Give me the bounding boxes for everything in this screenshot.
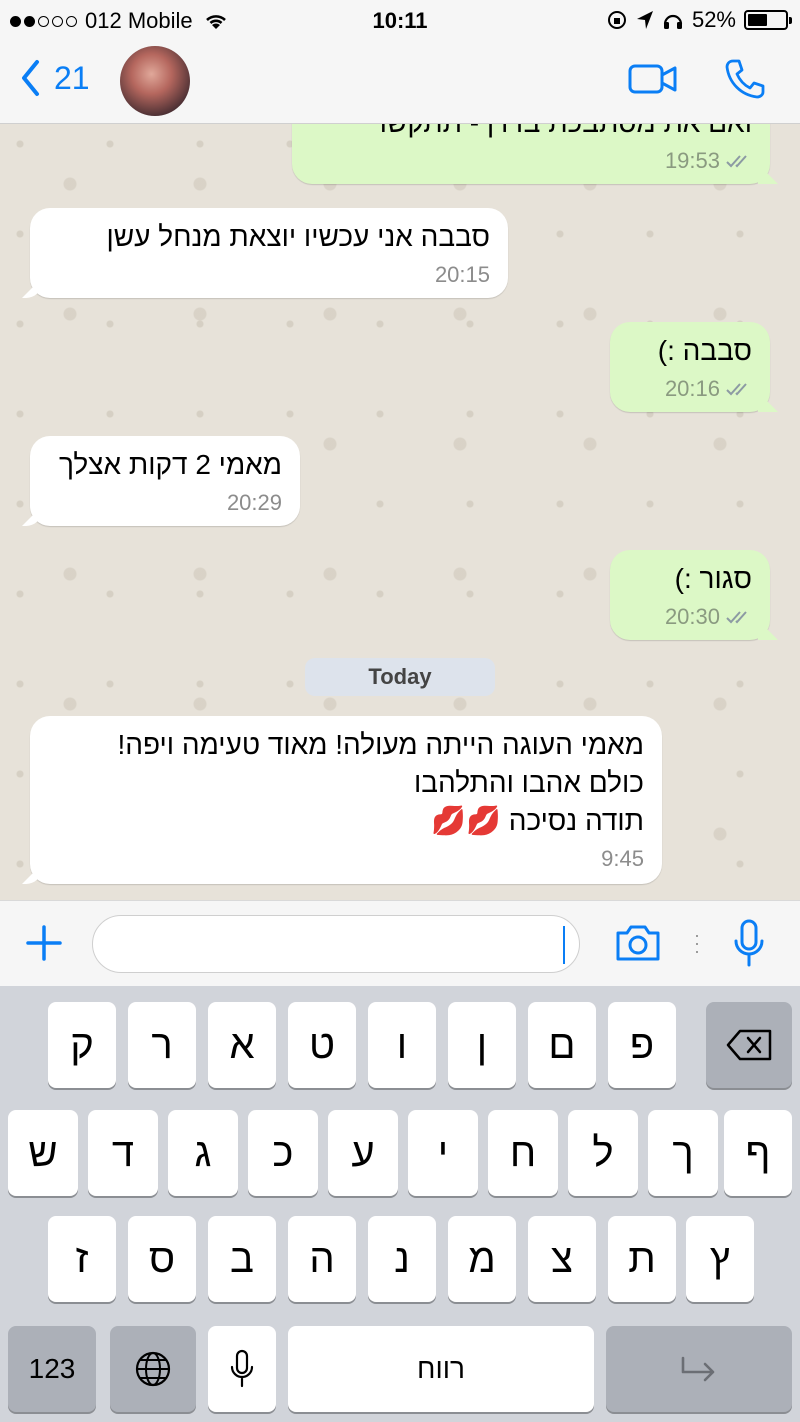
key[interactable]: מ — [448, 1216, 516, 1302]
key[interactable]: ה — [288, 1216, 356, 1302]
message-time: 20:29 — [226, 490, 282, 515]
headphones-icon — [663, 14, 683, 29]
keyboard: ק ר א ט ו ן ם פ ש ד ג כ ע י ח ל ך ף ז ס … — [0, 986, 800, 1422]
key[interactable]: א — [208, 1002, 276, 1088]
message-bubble-outgoing[interactable]: סבבה :) 20:16 — [610, 322, 770, 412]
key[interactable]: ר — [128, 1002, 196, 1088]
location-icon — [636, 11, 653, 29]
message-time: 20:16 — [664, 376, 720, 401]
key[interactable]: ף — [724, 1110, 792, 1196]
key[interactable]: פ — [608, 1002, 676, 1088]
space-key[interactable]: רווח — [288, 1326, 594, 1412]
message-text: סבבה :) — [657, 335, 752, 366]
chevron-left-icon — [22, 60, 39, 96]
text-cursor — [563, 926, 565, 964]
status-right: 52% — [606, 7, 792, 33]
key[interactable]: ם — [528, 1002, 596, 1088]
status-bar: 012 Mobile 10:11 52% — [0, 0, 800, 40]
message-bubble-incoming[interactable]: סבבה אני עכשיו יוצאת מנחל עשן 20:15 — [30, 208, 508, 298]
key[interactable]: ש — [8, 1110, 78, 1196]
more-options-dots-icon: · · · — [694, 925, 700, 961]
back-button[interactable]: 21 — [20, 58, 90, 98]
key[interactable]: ק — [48, 1002, 116, 1088]
message-meta: 9:45 — [48, 846, 644, 872]
battery-icon — [744, 10, 792, 30]
message-meta: 20:29 — [48, 490, 282, 516]
phone-call-icon[interactable] — [724, 58, 766, 100]
return-key[interactable] — [606, 1326, 792, 1412]
message-bubble-incoming[interactable]: מאמי 2 דקות אצלך 20:29 — [30, 436, 300, 526]
key[interactable]: ס — [128, 1216, 196, 1302]
key[interactable]: ל — [568, 1110, 638, 1196]
numbers-key[interactable]: 123 — [8, 1326, 96, 1412]
key[interactable]: ג — [168, 1110, 238, 1196]
return-arrow-icon — [681, 1356, 715, 1382]
message-text: סגור :) — [674, 563, 752, 594]
message-time: 20:15 — [434, 262, 490, 287]
microphone-icon — [230, 1349, 254, 1388]
message-text: מאמי 2 דקות אצלך — [59, 449, 282, 480]
key[interactable]: צ — [528, 1216, 596, 1302]
video-call-icon[interactable] — [628, 62, 678, 96]
message-bubble-incoming[interactable]: מאמי העוגה הייתה מעולה! מאוד טעימה ויפה!… — [30, 716, 662, 884]
attach-plus-icon[interactable] — [26, 925, 62, 961]
delete-key[interactable] — [706, 1002, 792, 1088]
orientation-lock-icon — [607, 11, 626, 29]
key[interactable]: ב — [208, 1216, 276, 1302]
message-meta: 20:15 — [48, 262, 490, 288]
message-bubble-outgoing[interactable]: סגור :) 20:30 — [610, 550, 770, 640]
message-input-bar: · · · — [0, 900, 800, 986]
message-time: 20:30 — [664, 604, 720, 629]
double-check-icon — [726, 383, 747, 396]
camera-icon[interactable] — [614, 923, 662, 963]
message-time: 9:45 — [601, 846, 644, 871]
chat-area[interactable]: ואם את מסתבכת בדרך- תתקשרי 19:53 סבבה אנ… — [0, 124, 800, 900]
key[interactable]: ח — [488, 1110, 558, 1196]
message-bubble-outgoing[interactable]: ואם את מסתבכת בדרך- תתקשרי 19:53 — [292, 124, 770, 184]
key[interactable]: ץ — [686, 1216, 754, 1302]
chat-header: 21 — [0, 40, 800, 124]
double-check-icon — [726, 611, 747, 624]
battery-percent: 52% — [691, 7, 736, 32]
message-meta: 20:30 — [628, 604, 752, 630]
key[interactable]: כ — [248, 1110, 318, 1196]
globe-icon — [135, 1351, 171, 1387]
day-separator: Today — [305, 658, 495, 696]
message-meta: 19:53 — [310, 148, 752, 174]
unread-count: 21 — [54, 59, 90, 96]
key[interactable]: ט — [288, 1002, 356, 1088]
key[interactable]: נ — [368, 1216, 436, 1302]
key[interactable]: ו — [368, 1002, 436, 1088]
key[interactable]: ן — [448, 1002, 516, 1088]
message-text: מאמי העוגה הייתה מעולה! מאוד טעימה ויפה!… — [117, 729, 644, 836]
key[interactable]: ע — [328, 1110, 398, 1196]
message-meta: 20:16 — [628, 376, 752, 402]
globe-key[interactable] — [110, 1326, 196, 1412]
message-input[interactable] — [92, 915, 580, 973]
message-text: סבבה אני עכשיו יוצאת מנחל עשן — [106, 221, 490, 252]
key[interactable]: ת — [608, 1216, 676, 1302]
key[interactable]: י — [408, 1110, 478, 1196]
message-time: 19:53 — [664, 148, 720, 173]
key[interactable]: ז — [48, 1216, 116, 1302]
call-actions — [628, 58, 766, 100]
backspace-icon — [726, 1029, 772, 1061]
dictation-key[interactable] — [208, 1326, 276, 1412]
double-check-icon — [726, 155, 747, 168]
microphone-icon[interactable] — [732, 919, 766, 969]
message-text: ואם את מסתבכת בדרך- תתקשרי — [310, 124, 752, 142]
key[interactable]: ד — [88, 1110, 158, 1196]
contact-avatar[interactable] — [120, 46, 190, 116]
key[interactable]: ך — [648, 1110, 718, 1196]
